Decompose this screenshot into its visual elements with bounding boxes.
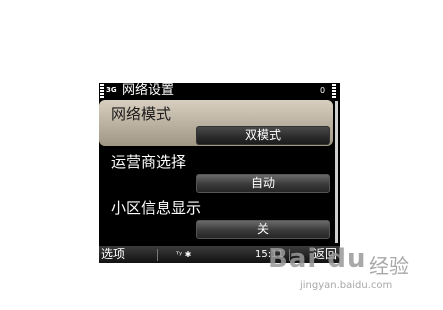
battery-icon <box>332 84 336 98</box>
setting-value-button[interactable]: 双模式 <box>196 126 330 145</box>
setting-operator-selection[interactable]: 运营商选择 自动 <box>99 148 333 194</box>
setting-value-button[interactable]: 关 <box>196 220 330 239</box>
status-bar: 3G 网络设置 0 <box>99 83 340 99</box>
status-indicators: ᵀʸ ✱ <box>176 250 192 259</box>
settings-list: 网络模式 双模式 运营商选择 自动 小区信息显示 关 <box>99 100 333 246</box>
setting-value-button[interactable]: 自动 <box>196 174 330 193</box>
softkey-divider <box>157 249 158 261</box>
phone-screen: 3G 网络设置 0 网络模式 双模式 运营商选择 自动 小区信息显示 关 选项 … <box>99 83 340 263</box>
setting-label: 运营商选择 <box>111 153 187 171</box>
watermark-logo: Bai du <box>268 244 367 274</box>
signal-strength-icon <box>100 84 104 98</box>
watermark: Bai du 经验 jingyan.baidu.com <box>268 240 438 298</box>
setting-network-mode[interactable]: 网络模式 双模式 <box>99 100 333 146</box>
network-type-badge: 3G <box>106 86 117 94</box>
setting-label: 小区信息显示 <box>111 199 202 217</box>
setting-label: 网络模式 <box>111 105 172 123</box>
setting-cell-info-display[interactable]: 小区信息显示 关 <box>99 194 333 240</box>
scrollbar-thumb[interactable] <box>335 101 338 243</box>
page-title: 网络设置 <box>122 83 175 98</box>
options-softkey[interactable]: 选项 <box>101 246 125 263</box>
scrollbar[interactable] <box>335 101 338 243</box>
battery-level: 0 <box>320 86 326 95</box>
watermark-text: 经验 <box>369 254 409 278</box>
watermark-url: jingyan.baidu.com <box>300 280 393 291</box>
